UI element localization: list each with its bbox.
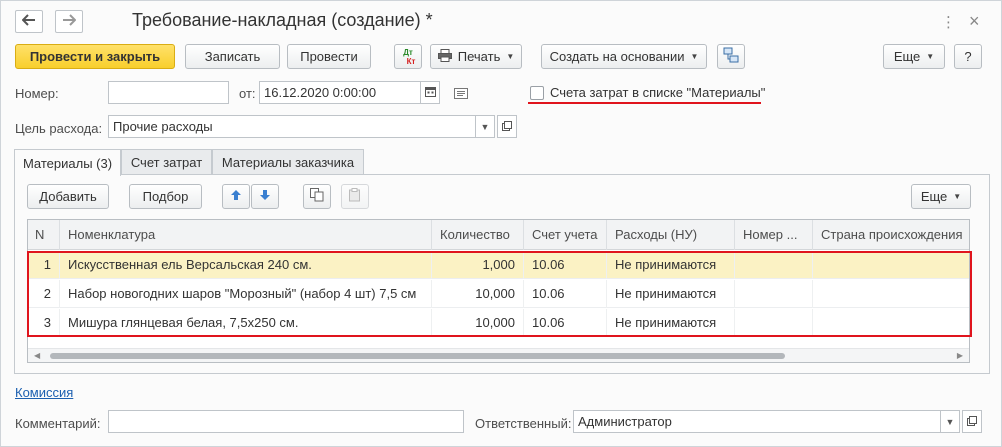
chevron-down-icon: ▼ (945, 416, 955, 427)
calendar-button[interactable] (420, 81, 440, 104)
pick-button[interactable]: Подбор (129, 184, 202, 209)
text-details-icon[interactable] (454, 87, 468, 102)
purpose-field[interactable]: Прочие расходы (108, 115, 476, 138)
copy-icon (310, 188, 324, 205)
back-button[interactable] (15, 10, 43, 33)
paste-button[interactable] (341, 184, 369, 209)
chevron-down-icon: ▼ (480, 121, 490, 132)
scrollbar-thumb[interactable] (50, 353, 785, 359)
cost-accounts-checkbox[interactable] (530, 86, 544, 100)
column-header-item[interactable]: Номенклатура (60, 220, 432, 250)
scroll-left-icon[interactable]: ◀ (34, 351, 40, 360)
grid-more-button[interactable]: Еще ▼ (911, 184, 971, 209)
print-button[interactable]: Печать ▼ (430, 44, 522, 69)
grid-more-label: Еще (920, 189, 948, 204)
chevron-down-icon: ▼ (506, 52, 515, 61)
highlight-underline (528, 102, 761, 104)
move-up-button[interactable] (222, 184, 250, 209)
chevron-down-icon: ▼ (926, 52, 935, 61)
arrow-up-icon (230, 189, 242, 204)
column-header-account[interactable]: Счет учета (524, 220, 607, 250)
responsible-field[interactable]: Администратор (573, 410, 941, 433)
save-button[interactable]: Записать (185, 44, 280, 69)
commission-link[interactable]: Комиссия (15, 385, 73, 400)
page-title: Требование-накладная (создание) * (132, 10, 433, 30)
calendar-icon (424, 86, 436, 99)
column-header-number[interactable]: Номер ... (735, 220, 813, 250)
date-field[interactable]: 16.12.2020 0:00:00 (259, 81, 421, 104)
forward-button[interactable] (55, 10, 83, 33)
responsible-open-button[interactable] (962, 410, 982, 433)
chevron-down-icon: ▼ (953, 192, 962, 201)
number-label: Номер: (15, 86, 59, 101)
column-header-expense[interactable]: Расходы (НУ) (607, 220, 735, 250)
arrow-left-icon (21, 13, 36, 30)
tab-customer-materials[interactable]: Материалы заказчика (212, 149, 364, 175)
purpose-label: Цель расхода: (15, 121, 103, 136)
more-actions-icon[interactable]: ⋮ (941, 13, 956, 31)
paste-icon (348, 188, 362, 205)
arrow-right-icon (62, 13, 77, 30)
comment-label: Комментарий: (15, 416, 101, 431)
date-label: от: (239, 86, 256, 101)
column-header-country[interactable]: Страна происхождения (813, 220, 969, 250)
kt-label: Кт (406, 56, 416, 66)
create-based-on-button[interactable]: Создать на основании ▼ (541, 44, 707, 69)
responsible-label: Ответственный: (475, 416, 572, 431)
rows-highlight-frame (27, 251, 972, 337)
help-button[interactable]: ? (954, 44, 982, 69)
chevron-down-icon: ▼ (690, 52, 699, 61)
responsible-dropdown-button[interactable]: ▼ (940, 410, 960, 433)
structure-icon (723, 47, 739, 66)
column-header-n[interactable]: N (28, 220, 60, 250)
structure-button[interactable] (717, 44, 745, 69)
print-label: Печать (457, 49, 501, 64)
add-button[interactable]: Добавить (27, 184, 109, 209)
purpose-open-button[interactable] (497, 115, 517, 138)
scroll-right-icon[interactable]: ▶ (957, 351, 963, 360)
cost-accounts-checkbox-label[interactable]: Счета затрат в списке "Материалы" (550, 85, 765, 100)
open-icon (967, 415, 977, 428)
close-icon[interactable]: × (969, 11, 980, 32)
tab-materials[interactable]: Материалы (3) (14, 149, 121, 176)
more-button[interactable]: Еще ▼ (883, 44, 945, 69)
move-down-button[interactable] (251, 184, 279, 209)
horizontal-scrollbar[interactable]: ◀ ▶ (28, 348, 969, 362)
purpose-dropdown-button[interactable]: ▼ (475, 115, 495, 138)
dt-label: Дт (403, 47, 413, 57)
more-label: Еще (893, 49, 921, 64)
open-icon (502, 120, 512, 133)
document-window: Требование-накладная (создание) * ⋮ × Пр… (0, 0, 1002, 447)
comment-field[interactable] (108, 410, 464, 433)
create-based-label: Создать на основании (549, 49, 685, 64)
tab-cost-accounts[interactable]: Счет затрат (121, 149, 212, 175)
number-field[interactable] (108, 81, 229, 104)
arrow-down-icon (259, 189, 271, 204)
printer-icon (437, 48, 452, 65)
column-header-quantity[interactable]: Количество (432, 220, 524, 250)
dt-kt-button[interactable]: Дт Кт (394, 44, 422, 69)
post-button[interactable]: Провести (287, 44, 371, 69)
copy-button[interactable] (303, 184, 331, 209)
table-header: N Номенклатура Количество Счет учета Рас… (28, 220, 969, 250)
post-and-close-button[interactable]: Провести и закрыть (15, 44, 175, 69)
